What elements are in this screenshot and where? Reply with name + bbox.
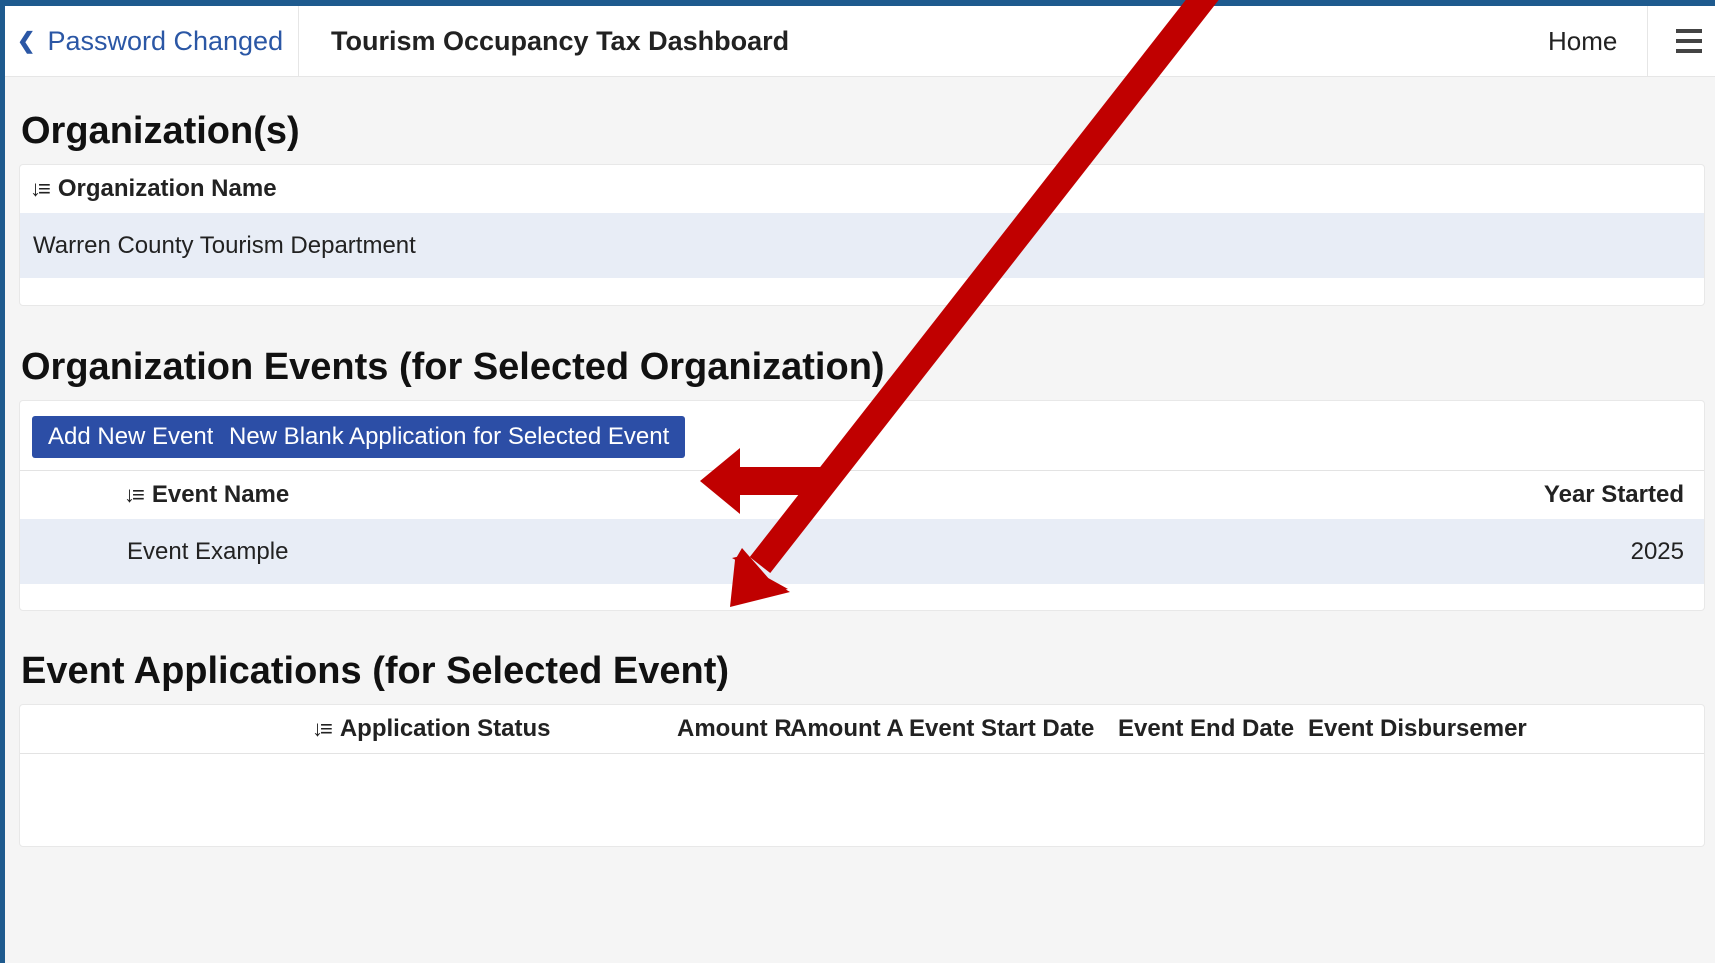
- sort-icon: ↓≡: [312, 716, 333, 741]
- table-row[interactable]: Warren County Tourism Department: [20, 213, 1704, 278]
- event-name-cell: Event Example: [127, 537, 289, 565]
- back-link-label: Password Changed: [47, 25, 284, 56]
- app-window: ❮ Password Changed Tourism Occupancy Tax…: [5, 6, 1715, 963]
- event-disbursement-column-header[interactable]: Event Disbursemer: [1308, 705, 1527, 753]
- home-link[interactable]: Home: [1548, 6, 1617, 76]
- year-started-cell: 2025: [1630, 537, 1684, 565]
- back-link[interactable]: ❮ Password Changed: [5, 6, 299, 76]
- events-heading: Organization Events (for Selected Organi…: [21, 346, 885, 388]
- top-navigation-bar: ❮ Password Changed Tourism Occupancy Tax…: [5, 6, 1715, 77]
- events-table-header: ↓≡ Event Name Year Started: [20, 470, 1704, 520]
- organizations-table-header: ↓≡ Organization Name: [20, 165, 1704, 214]
- column-label: Organization Name: [57, 175, 277, 202]
- sort-icon: ↓≡: [124, 482, 145, 507]
- amount-approved-column-header[interactable]: Amount A: [790, 705, 904, 753]
- organization-name-column-header[interactable]: ↓≡ Organization Name: [30, 165, 277, 213]
- applications-heading: Event Applications (for Selected Event): [21, 650, 730, 692]
- organizations-table: ↓≡ Organization Name Warren County Touri…: [19, 164, 1705, 306]
- hamburger-menu-button[interactable]: [1647, 6, 1715, 76]
- event-start-date-column-header[interactable]: Event Start Date: [909, 705, 1094, 753]
- events-table: Add New Event New Blank Application for …: [19, 400, 1705, 611]
- hamburger-icon: [1676, 29, 1702, 53]
- organizations-heading: Organization(s): [21, 110, 300, 152]
- page-title: Tourism Occupancy Tax Dashboard: [331, 25, 790, 56]
- event-end-date-column-header[interactable]: Event End Date: [1118, 705, 1294, 753]
- chevron-left-icon: ❮: [17, 28, 36, 53]
- table-row[interactable]: Event Example 2025: [20, 519, 1704, 584]
- sort-icon: ↓≡: [30, 176, 51, 201]
- add-new-event-button[interactable]: Add New Event: [32, 416, 230, 458]
- amount-requested-column-header[interactable]: Amount R: [677, 705, 792, 753]
- event-name-column-header[interactable]: ↓≡ Event Name: [124, 471, 289, 519]
- organization-name-cell: Warren County Tourism Department: [33, 231, 416, 259]
- applications-table-header: ↓≡ Application Status Amount R Amount A …: [20, 705, 1704, 754]
- year-started-column-header[interactable]: Year Started: [1544, 471, 1684, 519]
- new-blank-application-button[interactable]: New Blank Application for Selected Event: [213, 416, 686, 458]
- column-label: Event Name: [151, 481, 290, 508]
- application-status-column-header[interactable]: ↓≡ Application Status: [312, 705, 551, 753]
- applications-table: ↓≡ Application Status Amount R Amount A …: [19, 704, 1705, 847]
- column-label: Application Status: [339, 715, 551, 742]
